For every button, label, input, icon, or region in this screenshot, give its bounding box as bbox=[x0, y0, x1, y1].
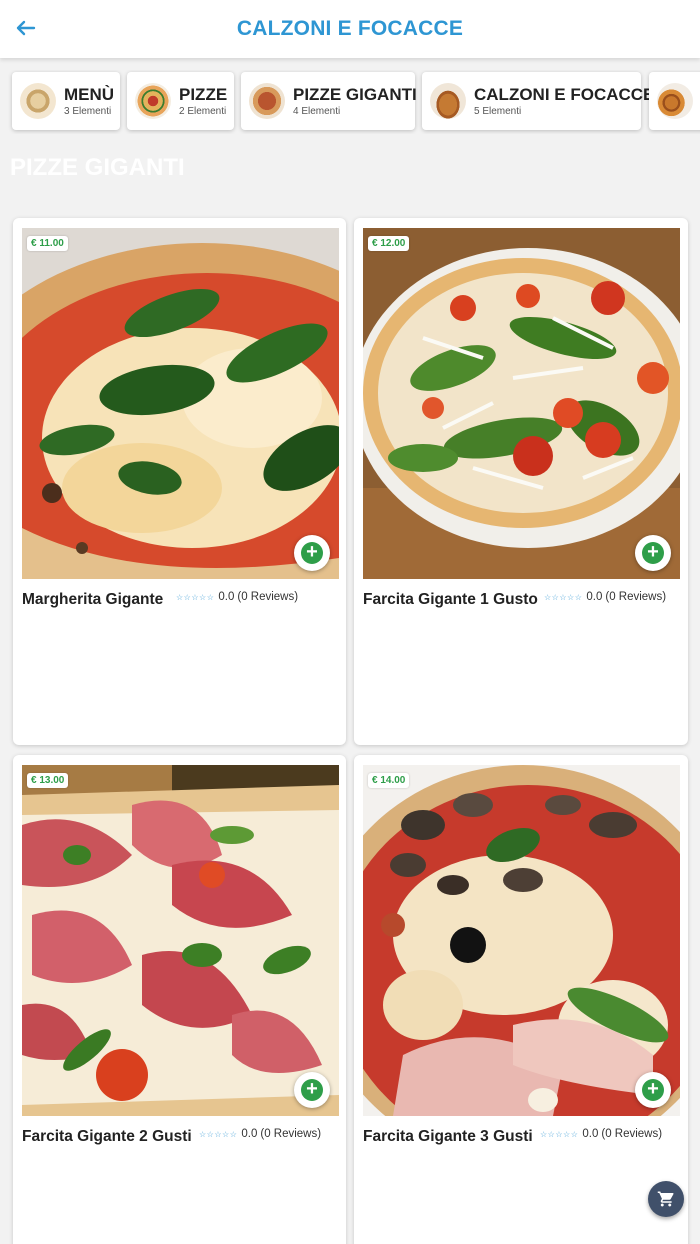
review-count: (0 Reviews) bbox=[260, 1128, 322, 1140]
category-name: PIZZE bbox=[179, 85, 228, 104]
rating-value: 0.0 bbox=[586, 591, 603, 603]
category-count: 5 Elementi bbox=[474, 106, 522, 117]
product-rating: ☆☆☆☆☆ 0.0 (0 Reviews) bbox=[199, 1128, 321, 1140]
product-rating: ☆☆☆☆☆ 0.0 (0 Reviews) bbox=[544, 591, 666, 603]
category-count: 4 Elementi bbox=[293, 106, 341, 117]
product-name: Farcita Gigante 3 Gusti bbox=[363, 1128, 533, 1145]
product-image: € 14.00 + bbox=[363, 765, 680, 1116]
category-thumbnail bbox=[657, 83, 693, 119]
plus-circle-icon: + bbox=[642, 542, 664, 564]
plus-circle-icon: + bbox=[301, 542, 323, 564]
category-thumbnail bbox=[135, 83, 171, 119]
review-count: (0 Reviews) bbox=[237, 591, 299, 603]
star-rating-icon: ☆☆☆☆☆ bbox=[176, 592, 215, 602]
review-count: (0 Reviews) bbox=[601, 1128, 663, 1140]
add-to-cart-button[interactable]: + bbox=[294, 535, 330, 571]
star-rating-icon: ☆☆☆☆☆ bbox=[199, 1129, 238, 1139]
category-chip-menu[interactable]: MENÙ 3 Elementi bbox=[12, 72, 120, 130]
category-name: CALZONI E FOCACCE bbox=[474, 85, 655, 104]
rating-value: 0.0 bbox=[241, 1128, 258, 1140]
category-chip-pizze[interactable]: PIZZE 2 Elementi bbox=[127, 72, 234, 130]
category-chip-pizze-giganti[interactable]: PIZZE GIGANTI 4 Elementi bbox=[241, 72, 417, 130]
category-name: PIZZE GIGANTI bbox=[293, 85, 417, 104]
category-bar[interactable]: MENÙ 3 Elementi PIZZE 2 Elementi PIZZE G… bbox=[0, 70, 700, 134]
product-card[interactable]: € 13.00 + Farcita Gigante 2 Gusti ☆☆☆☆☆ … bbox=[13, 755, 346, 1244]
category-chip-partial[interactable] bbox=[649, 72, 700, 130]
category-thumbnail bbox=[20, 83, 56, 119]
product-image: € 11.00 + bbox=[22, 228, 339, 579]
product-name: Margherita Gigante bbox=[22, 591, 164, 608]
add-to-cart-button[interactable]: + bbox=[635, 535, 671, 571]
review-count: (0 Reviews) bbox=[605, 591, 667, 603]
page-title: CALZONI E FOCACCE bbox=[236, 17, 464, 40]
top-app-bar: CALZONI E FOCACCE bbox=[0, 0, 700, 58]
plus-circle-icon: + bbox=[301, 1079, 323, 1101]
app-screen: CALZONI E FOCACCE MENÙ 3 Elementi PIZZE … bbox=[0, 0, 700, 1244]
category-thumbnail bbox=[430, 83, 466, 119]
category-name: MENÙ bbox=[64, 85, 115, 104]
product-card[interactable]: € 14.00 + Farcita Gigante 3 Gusti ☆☆☆☆☆ … bbox=[354, 755, 688, 1244]
category-thumbnail bbox=[249, 83, 285, 119]
price-badge: € 11.00 bbox=[27, 236, 68, 251]
category-count: 2 Elementi bbox=[179, 106, 227, 117]
product-image: € 13.00 + bbox=[22, 765, 339, 1116]
product-card[interactable]: € 11.00 + Margherita Gigante ☆☆☆☆☆ 0.0 (… bbox=[13, 218, 346, 745]
add-to-cart-button[interactable]: + bbox=[635, 1072, 671, 1108]
product-image: € 12.00 + bbox=[363, 228, 680, 579]
section-title: PIZZE GIGANTI bbox=[10, 154, 185, 181]
star-rating-icon: ☆☆☆☆☆ bbox=[540, 1129, 579, 1139]
price-badge: € 12.00 bbox=[368, 236, 410, 251]
price-badge: € 13.00 bbox=[27, 773, 69, 788]
shopping-cart-icon bbox=[657, 1191, 674, 1207]
product-name: Farcita Gigante 2 Gusti bbox=[22, 1128, 192, 1145]
price-badge: € 14.00 bbox=[368, 773, 410, 788]
rating-value: 0.0 bbox=[582, 1128, 599, 1140]
product-card[interactable]: € 12.00 + Farcita Gigante 1 Gusto ☆☆☆☆☆ … bbox=[354, 218, 688, 745]
category-count: 3 Elementi bbox=[64, 106, 112, 117]
product-name: Farcita Gigante 1 Gusto bbox=[363, 591, 538, 608]
cart-button[interactable] bbox=[648, 1181, 684, 1217]
star-rating-icon: ☆☆☆☆☆ bbox=[544, 592, 583, 602]
product-rating: ☆☆☆☆☆ 0.0 (0 Reviews) bbox=[540, 1128, 662, 1140]
add-to-cart-button[interactable]: + bbox=[294, 1072, 330, 1108]
product-rating: ☆☆☆☆☆ 0.0 (0 Reviews) bbox=[176, 591, 298, 603]
arrow-left-icon bbox=[16, 20, 36, 36]
plus-circle-icon: + bbox=[642, 1079, 664, 1101]
rating-value: 0.0 bbox=[218, 591, 235, 603]
category-chip-calzoni-e-focacce[interactable]: CALZONI E FOCACCE 5 Elementi bbox=[422, 72, 654, 130]
back-button[interactable] bbox=[12, 14, 40, 42]
